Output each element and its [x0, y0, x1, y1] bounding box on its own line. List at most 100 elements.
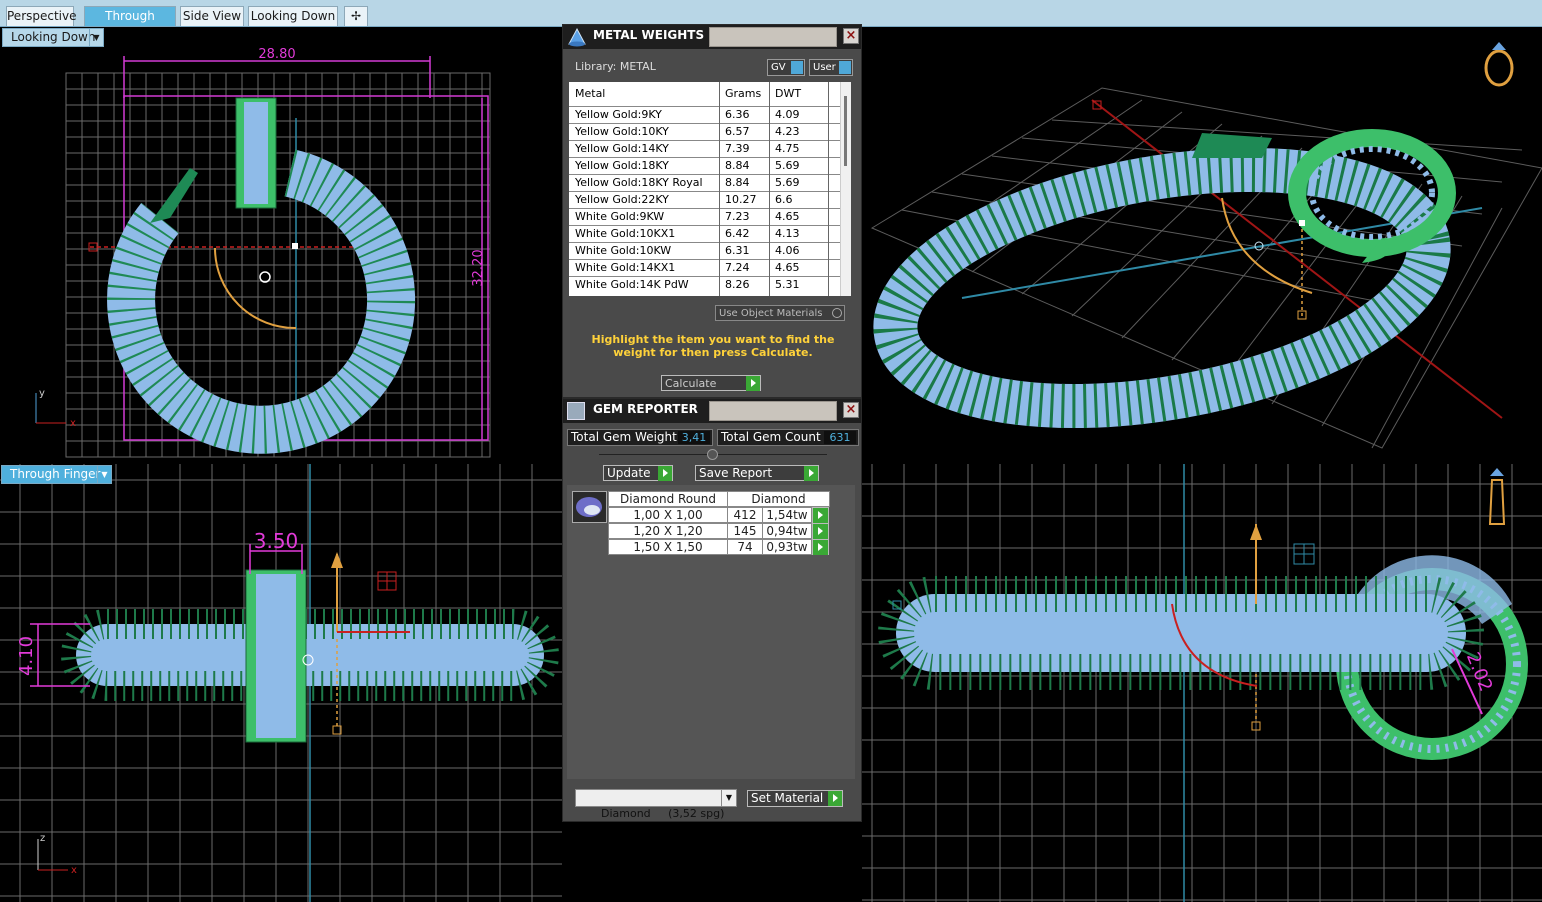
tab-through-finger[interactable]: Through Finger: [84, 6, 176, 41]
viewport-view-dropdown[interactable]: Looking Down ▼: [2, 28, 104, 47]
cell-metal: Yellow Gold:18KY Royal: [575, 176, 703, 189]
viewport-perspective[interactable]: [862, 28, 1542, 461]
table-row[interactable]: White Gold:14K PdW 8.26 5.31: [569, 276, 840, 293]
cell-dwt: 5.69: [775, 176, 800, 189]
viewport-view-dropdown[interactable]: Through Finger ▼: [1, 465, 112, 484]
viewport-looking-down[interactable]: 28.80 32.20 y x Looking Down ▼: [0, 28, 562, 461]
gem-row-go-button[interactable]: [812, 539, 829, 555]
table-row[interactable]: White Gold:10KW 6.31 4.06: [569, 242, 840, 259]
use-object-materials-label: Use Object Materials: [719, 308, 823, 319]
tab-side-view[interactable]: Side View: [180, 6, 244, 26]
column-divider: [769, 82, 770, 296]
panel-title-bar[interactable]: METAL WEIGHTS ×: [563, 25, 861, 49]
play-icon: [828, 791, 842, 806]
splitter-handle[interactable]: [707, 449, 718, 460]
column-header-grams[interactable]: Grams: [725, 82, 761, 106]
column-header-dwt[interactable]: DWT: [775, 82, 801, 106]
looking-down-scene: 28.80 32.20 y x: [35, 47, 491, 458]
table-row[interactable]: Yellow Gold:18KY Royal 8.84 5.69: [569, 174, 840, 191]
cell-metal: Yellow Gold:22KY: [575, 193, 669, 206]
table-row[interactable]: Yellow Gold:18KY 8.84 5.69: [569, 157, 840, 174]
gem-reporter-panel: GEM REPORTER × Total Gem Weight 3,41 Tot…: [562, 398, 862, 822]
dimension-height-label: 32.20: [471, 249, 486, 286]
close-icon[interactable]: ×: [843, 28, 859, 44]
title-bar-fill: [709, 401, 837, 421]
save-report-button[interactable]: Save Report: [695, 465, 819, 481]
cell-dwt: 6.6: [775, 193, 793, 206]
dimension-height-label: 4.10: [16, 636, 37, 676]
ring-icon: [1484, 42, 1514, 87]
gv-label: GV: [771, 62, 786, 73]
gem-reporter-icon: [567, 402, 585, 420]
material-select[interactable]: Diamond (3,52 spg) ▼: [575, 789, 737, 820]
metal-table: Metal Grams DWT Yellow Gold:9KY 6.36 4.09 …: [569, 82, 851, 296]
side-view-scene: 2.02: [862, 464, 1542, 902]
viewport-side-view[interactable]: 2.02: [862, 464, 1542, 902]
gem-row-go-button[interactable]: [812, 523, 829, 539]
play-icon: [804, 466, 818, 481]
table-row[interactable]: White Gold:14KX1 7.24 4.65: [569, 259, 840, 276]
set-material-button[interactable]: Set Material: [747, 790, 843, 807]
panel-title: METAL WEIGHTS: [593, 28, 705, 42]
table-row[interactable]: Yellow Gold:22KY 10.27 6.6: [569, 191, 840, 208]
title-bar-fill: [709, 27, 837, 47]
tab-perspective[interactable]: Perspective: [6, 6, 77, 26]
gv-toggle[interactable]: GV: [767, 59, 805, 76]
dropdown-label: Looking Down: [11, 30, 96, 44]
library-label: Library: METAL: [575, 60, 656, 73]
update-label: Update: [607, 466, 651, 480]
cell-metal: White Gold:14K PdW: [575, 278, 689, 291]
cell-grams: 8.84: [725, 159, 750, 172]
cell-dwt: 4.23: [775, 125, 800, 138]
table-row[interactable]: White Gold:9KW 7.23 4.65: [569, 208, 840, 225]
cell-dwt: 5.69: [775, 159, 800, 172]
dropdown-label: Through Finger: [10, 467, 101, 481]
column-header-metal[interactable]: Metal: [575, 82, 605, 106]
column-divider: [719, 82, 720, 296]
use-object-materials-toggle[interactable]: Use Object Materials: [715, 305, 845, 321]
svg-text:x: x: [70, 418, 76, 429]
gem-size-cell: 1,00 X 1,00: [608, 507, 728, 523]
cell-grams: 6.31: [725, 244, 750, 257]
add-tab-icon[interactable]: ✢: [344, 6, 368, 26]
cell-grams: 8.26: [725, 278, 750, 291]
header-cut: Diamond Round: [608, 491, 728, 507]
chevron-down-icon: ▼: [89, 29, 103, 46]
table-row[interactable]: Yellow Gold:10KY 6.57 4.23: [569, 123, 840, 140]
material-select-value: Diamond (3,52 spg): [600, 807, 725, 820]
cell-dwt: 4.65: [775, 261, 800, 274]
gem-row-go-button[interactable]: [812, 507, 829, 523]
jewelry-cad-window: Perspective Through Finger Side View Loo…: [0, 0, 1542, 902]
table-row[interactable]: White Gold:10KX1 6.42 4.13: [569, 225, 840, 242]
metal-weights-panel: METAL WEIGHTS × Library: METAL GV User M…: [562, 24, 862, 398]
calculate-hint: Highlight the item you want to find the …: [591, 333, 835, 359]
total-gem-weight-label: Total Gem Weight: [571, 430, 677, 444]
cell-grams: 6.36: [725, 108, 750, 121]
cell-metal: White Gold:10KW: [575, 244, 672, 257]
cell-dwt: 4.75: [775, 142, 800, 155]
view-tab-bar: Perspective Through Finger Side View Loo…: [0, 0, 1542, 41]
close-icon[interactable]: ×: [843, 402, 859, 418]
tab-looking-down[interactable]: Looking Down: [248, 6, 338, 26]
cell-metal: Yellow Gold:9KY: [575, 108, 662, 121]
cell-grams: 6.42: [725, 227, 750, 240]
gem-count-cell: 74: [727, 539, 763, 555]
table-row[interactable]: Yellow Gold:14KY 7.39 4.75: [569, 140, 840, 157]
update-button[interactable]: Update: [603, 465, 673, 481]
table-scrollbar[interactable]: [840, 82, 851, 296]
viewport-through-finger[interactable]: 3.50 4.10 z x Through Finger ▼: [0, 464, 562, 902]
calculate-label: Calculate: [665, 377, 717, 390]
gem-weight-cell: 1,54tw: [762, 507, 812, 523]
calculate-button[interactable]: Calculate: [661, 375, 761, 391]
panel-title-bar[interactable]: GEM REPORTER ×: [563, 399, 861, 423]
gem-count-cell: 412: [727, 507, 763, 523]
cell-dwt: 4.65: [775, 210, 800, 223]
table-row[interactable]: Yellow Gold:9KY 6.36 4.09: [569, 106, 840, 123]
play-icon: [658, 466, 672, 481]
play-icon: [813, 524, 828, 539]
diamond-icon: [572, 491, 607, 523]
user-toggle[interactable]: User: [809, 59, 853, 76]
total-gem-count-label: Total Gem Count: [721, 430, 821, 444]
set-material-label: Set Material: [751, 791, 824, 805]
column-divider: [828, 82, 829, 296]
